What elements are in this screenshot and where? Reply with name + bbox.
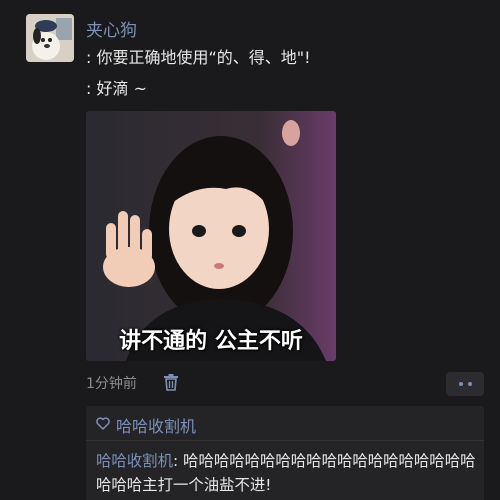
more-dot	[467, 382, 472, 386]
post-text-line-2: : 好滴 ~	[86, 79, 147, 98]
comment-item[interactable]: 哈哈收割机: 哈哈哈哈哈哈哈哈哈哈哈哈哈哈哈哈哈哈哈哈哈哈主打一个油盐不进!	[86, 441, 484, 500]
post-text-line-1: : 你要正确地使用“的、得、地"!	[86, 48, 311, 67]
comment-separator: :	[172, 452, 184, 470]
post-timestamp: 1分钟前	[86, 376, 137, 392]
more-dots-icon	[458, 382, 463, 386]
trash-icon[interactable]	[163, 373, 179, 391]
liker-name[interactable]: 哈哈收割机	[116, 413, 196, 437]
meme-caption: 讲不通的 公主不听	[119, 329, 303, 354]
author-avatar[interactable]	[26, 14, 74, 62]
more-actions-button[interactable]	[446, 372, 484, 396]
comment-text: 哈哈收割机: 哈哈哈哈哈哈哈哈哈哈哈哈哈哈哈哈哈哈哈哈哈哈主打一个油盐不进!	[96, 449, 476, 497]
heart-icon	[96, 417, 110, 430]
likes-bar: 哈哈收割机	[86, 406, 484, 440]
post-author-name[interactable]: 夹心狗	[86, 16, 137, 41]
comment-author[interactable]: 哈哈收割机	[96, 452, 173, 470]
post-image[interactable]: 讲不通的 公主不听	[86, 111, 336, 361]
